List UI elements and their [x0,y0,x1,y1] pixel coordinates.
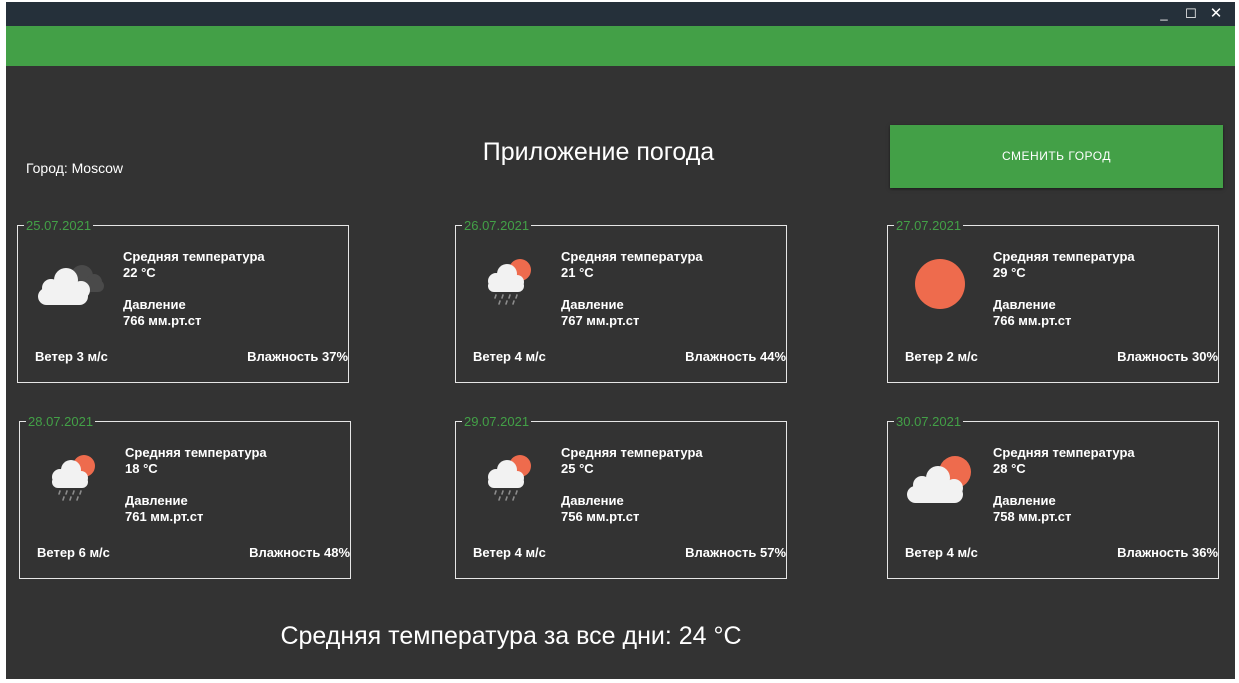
forecast-card: 28.07.2021 Средняя температура 18 °C Дав… [19,414,351,579]
pressure-label: Давление [561,493,624,508]
forecast-card: 26.07.2021 Средняя температура 21 °C Дав… [455,218,787,383]
forecast-card: 27.07.2021 Средняя температура 29 °C Дав… [887,218,1219,383]
pressure-value: 761 мм.рт.ст [125,509,204,524]
header-bar [6,26,1235,66]
card-date: 27.07.2021 [894,218,964,233]
forecast-card: 30.07.2021 Средняя температура 28 °C Дав… [887,414,1219,579]
temperature-value: 21 °C [561,265,594,280]
temperature-value: 28 °C [993,461,1026,476]
pressure-label: Давление [125,493,188,508]
page-title: Приложение погода [482,138,715,166]
average-temperature: Средняя температура за все дни: 24 °C [280,622,742,650]
pressure-label: Давление [123,297,186,312]
rain-sun-icon [488,455,531,501]
pressure-value: 758 мм.рт.ст [993,509,1072,524]
temperature-label: Средняя температура [561,445,703,460]
wind-text: Ветер 2 м/с [905,349,978,364]
partly-cloudy-icon [907,456,971,503]
pressure-label: Давление [993,493,1056,508]
humidity-text: Влажность 37% [247,349,348,364]
rain-sun-icon [52,455,95,501]
temperature-value: 18 °C [125,461,158,476]
change-city-button[interactable]: СМЕНИТЬ ГОРОД [890,125,1223,188]
pressure-value: 767 мм.рт.ст [561,313,640,328]
card-date: 30.07.2021 [894,414,964,429]
temperature-label: Средняя температура [993,249,1135,264]
card-date: 25.07.2021 [24,218,94,233]
cloudy-icon [38,265,104,305]
rain-sun-icon [488,259,531,305]
temperature-label: Средняя температура [125,445,267,460]
wind-text: Ветер 3 м/с [35,349,108,364]
humidity-text: Влажность 36% [1117,545,1218,560]
forecast-card: 29.07.2021 Средняя температура 25 °C Дав… [455,414,787,579]
maximize-icon[interactable]: ☐ [1180,2,1202,26]
minimize-icon[interactable]: _ [1153,2,1175,26]
wind-text: Ветер 4 м/с [473,349,546,364]
card-date: 26.07.2021 [462,218,532,233]
temperature-label: Средняя температура [123,249,265,264]
pressure-value: 766 мм.рт.ст [123,313,202,328]
wind-text: Ветер 4 м/с [473,545,546,560]
card-date: 29.07.2021 [462,414,532,429]
title-bar: _ ☐ ✕ [6,2,1235,26]
wind-text: Ветер 4 м/с [905,545,978,560]
wind-text: Ветер 6 м/с [37,545,110,560]
sun-icon [915,259,965,309]
close-icon[interactable]: ✕ [1205,2,1227,26]
temperature-value: 22 °C [123,265,156,280]
pressure-value: 766 мм.рт.ст [993,313,1072,328]
humidity-text: Влажность 48% [249,545,350,560]
forecast-card: 25.07.2021 Средняя температура 22 °C Дав… [17,218,349,383]
temperature-label: Средняя температура [993,445,1135,460]
temperature-label: Средняя температура [561,249,703,264]
humidity-text: Влажность 57% [685,545,786,560]
city-label: Город: Moscow [26,160,123,176]
pressure-value: 756 мм.рт.ст [561,509,640,524]
pressure-label: Давление [561,297,624,312]
card-date: 28.07.2021 [26,414,96,429]
humidity-text: Влажность 30% [1117,349,1218,364]
temperature-value: 29 °C [993,265,1026,280]
humidity-text: Влажность 44% [685,349,786,364]
app-window: _ ☐ ✕ Город: Moscow Приложение погода СМ… [6,2,1235,679]
temperature-value: 25 °C [561,461,594,476]
pressure-label: Давление [993,297,1056,312]
